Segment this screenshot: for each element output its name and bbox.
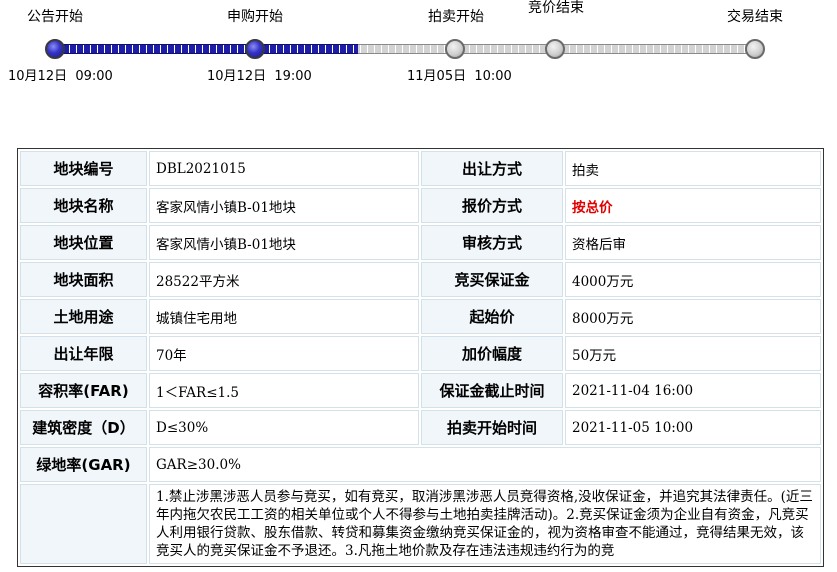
land-info-table: 地块编号 DBL2021015 出让方式 拍卖 地块名称 客家风情小镇B-01地块 报价方式… [17, 148, 824, 567]
field-label: 出让方式 [421, 151, 563, 186]
field-label: 加价幅度 [421, 336, 563, 371]
field-value: 28522平方米 [149, 262, 419, 297]
field-value: D≤30% [149, 410, 419, 445]
table-row: 地块编号 DBL2021015 出让方式 拍卖 [20, 151, 821, 186]
timeline-stage-label: 交易结束 [727, 9, 783, 25]
timeline-stage-label: 申购开始 [227, 9, 283, 25]
notes-label [20, 484, 147, 564]
field-value: 50万元 [565, 336, 821, 371]
timeline-stage-date: 10月12日 09:00 [8, 69, 113, 84]
field-value: 客家风情小镇B-01地块 [149, 188, 419, 223]
notes-text: 1.禁止涉黑涉恶人员参与竞买，如有竞买，取消涉黑涉恶人员竞得资格,没收保证金，并… [149, 484, 821, 564]
field-label: 地块名称 [20, 188, 147, 223]
timeline-node-pending-icon [745, 39, 765, 59]
field-value: 2021-11-05 10:00 [565, 410, 821, 445]
table-row: 地块面积 28522平方米 竞买保证金 4000万元 [20, 262, 821, 297]
timeline-stage-date: 10月12日 19:00 [207, 69, 312, 84]
timeline-stage-label: 公告开始 [27, 9, 83, 25]
field-value: 1＜FAR≤1.5 [149, 373, 419, 408]
field-value: 城镇住宅用地 [149, 299, 419, 334]
timeline-segment [463, 44, 547, 54]
field-value: DBL2021015 [149, 151, 419, 186]
table-row: 土地用途 城镇住宅用地 起始价 8000万元 [20, 299, 821, 334]
timeline-node-done-icon [45, 39, 65, 59]
field-value: 70年 [149, 336, 419, 371]
table-row: 地块位置 客家风情小镇B-01地块 审核方式 资格后审 [20, 225, 821, 260]
field-label: 容积率(FAR) [20, 373, 147, 408]
field-label: 建筑密度（D） [20, 410, 147, 445]
table-row: 绿地率(GAR) GAR≥30.0% [20, 447, 821, 482]
timeline-stage-date: 11月05日 10:00 [407, 69, 512, 84]
timeline-stage-label: 拍卖开始 [428, 9, 484, 25]
field-label: 报价方式 [421, 188, 563, 223]
field-label: 地块面积 [20, 262, 147, 297]
field-value: 2021-11-04 16:00 [565, 373, 821, 408]
table-row: 建筑密度（D） D≤30% 拍卖开始时间 2021-11-05 10:00 [20, 410, 821, 445]
field-label: 土地用途 [20, 299, 147, 334]
table-row: 地块名称 客家风情小镇B-01地块 报价方式 按总价 [20, 188, 821, 223]
field-label: 起始价 [421, 299, 563, 334]
field-label: 地块编号 [20, 151, 147, 186]
notes-row: 1.禁止涉黑涉恶人员参与竞买，如有竞买，取消涉黑涉恶人员竞得资格,没收保证金，并… [20, 484, 821, 564]
field-label: 竞买保证金 [421, 262, 563, 297]
timeline-segment [63, 44, 247, 54]
field-label: 审核方式 [421, 225, 563, 260]
timeline-node-pending-icon [545, 39, 565, 59]
timeline-stage-label: 竞价结束 [528, 0, 584, 16]
timeline-segment-progress [263, 44, 358, 54]
field-value: 按总价 [565, 188, 821, 223]
field-value: 客家风情小镇B-01地块 [149, 225, 419, 260]
field-value: 4000万元 [565, 262, 821, 297]
progress-timeline: 公告开始 10月12日 09:00 申购开始 10月12日 19:00 拍卖开始 11月0… [0, 0, 837, 100]
field-label: 拍卖开始时间 [421, 410, 563, 445]
field-label: 绿地率(GAR) [20, 447, 147, 482]
field-value: GAR≥30.0% [149, 447, 821, 482]
field-value: 8000万元 [565, 299, 821, 334]
timeline-segment [563, 44, 747, 54]
field-label: 保证金截止时间 [421, 373, 563, 408]
field-value: 资格后审 [565, 225, 821, 260]
timeline-node-pending-icon [445, 39, 465, 59]
field-value: 拍卖 [565, 151, 821, 186]
field-label: 地块位置 [20, 225, 147, 260]
field-label: 出让年限 [20, 336, 147, 371]
timeline-node-done-icon [245, 39, 265, 59]
table-row: 容积率(FAR) 1＜FAR≤1.5 保证金截止时间 2021-11-04 16:00 [20, 373, 821, 408]
table-row: 出让年限 70年 加价幅度 50万元 [20, 336, 821, 371]
